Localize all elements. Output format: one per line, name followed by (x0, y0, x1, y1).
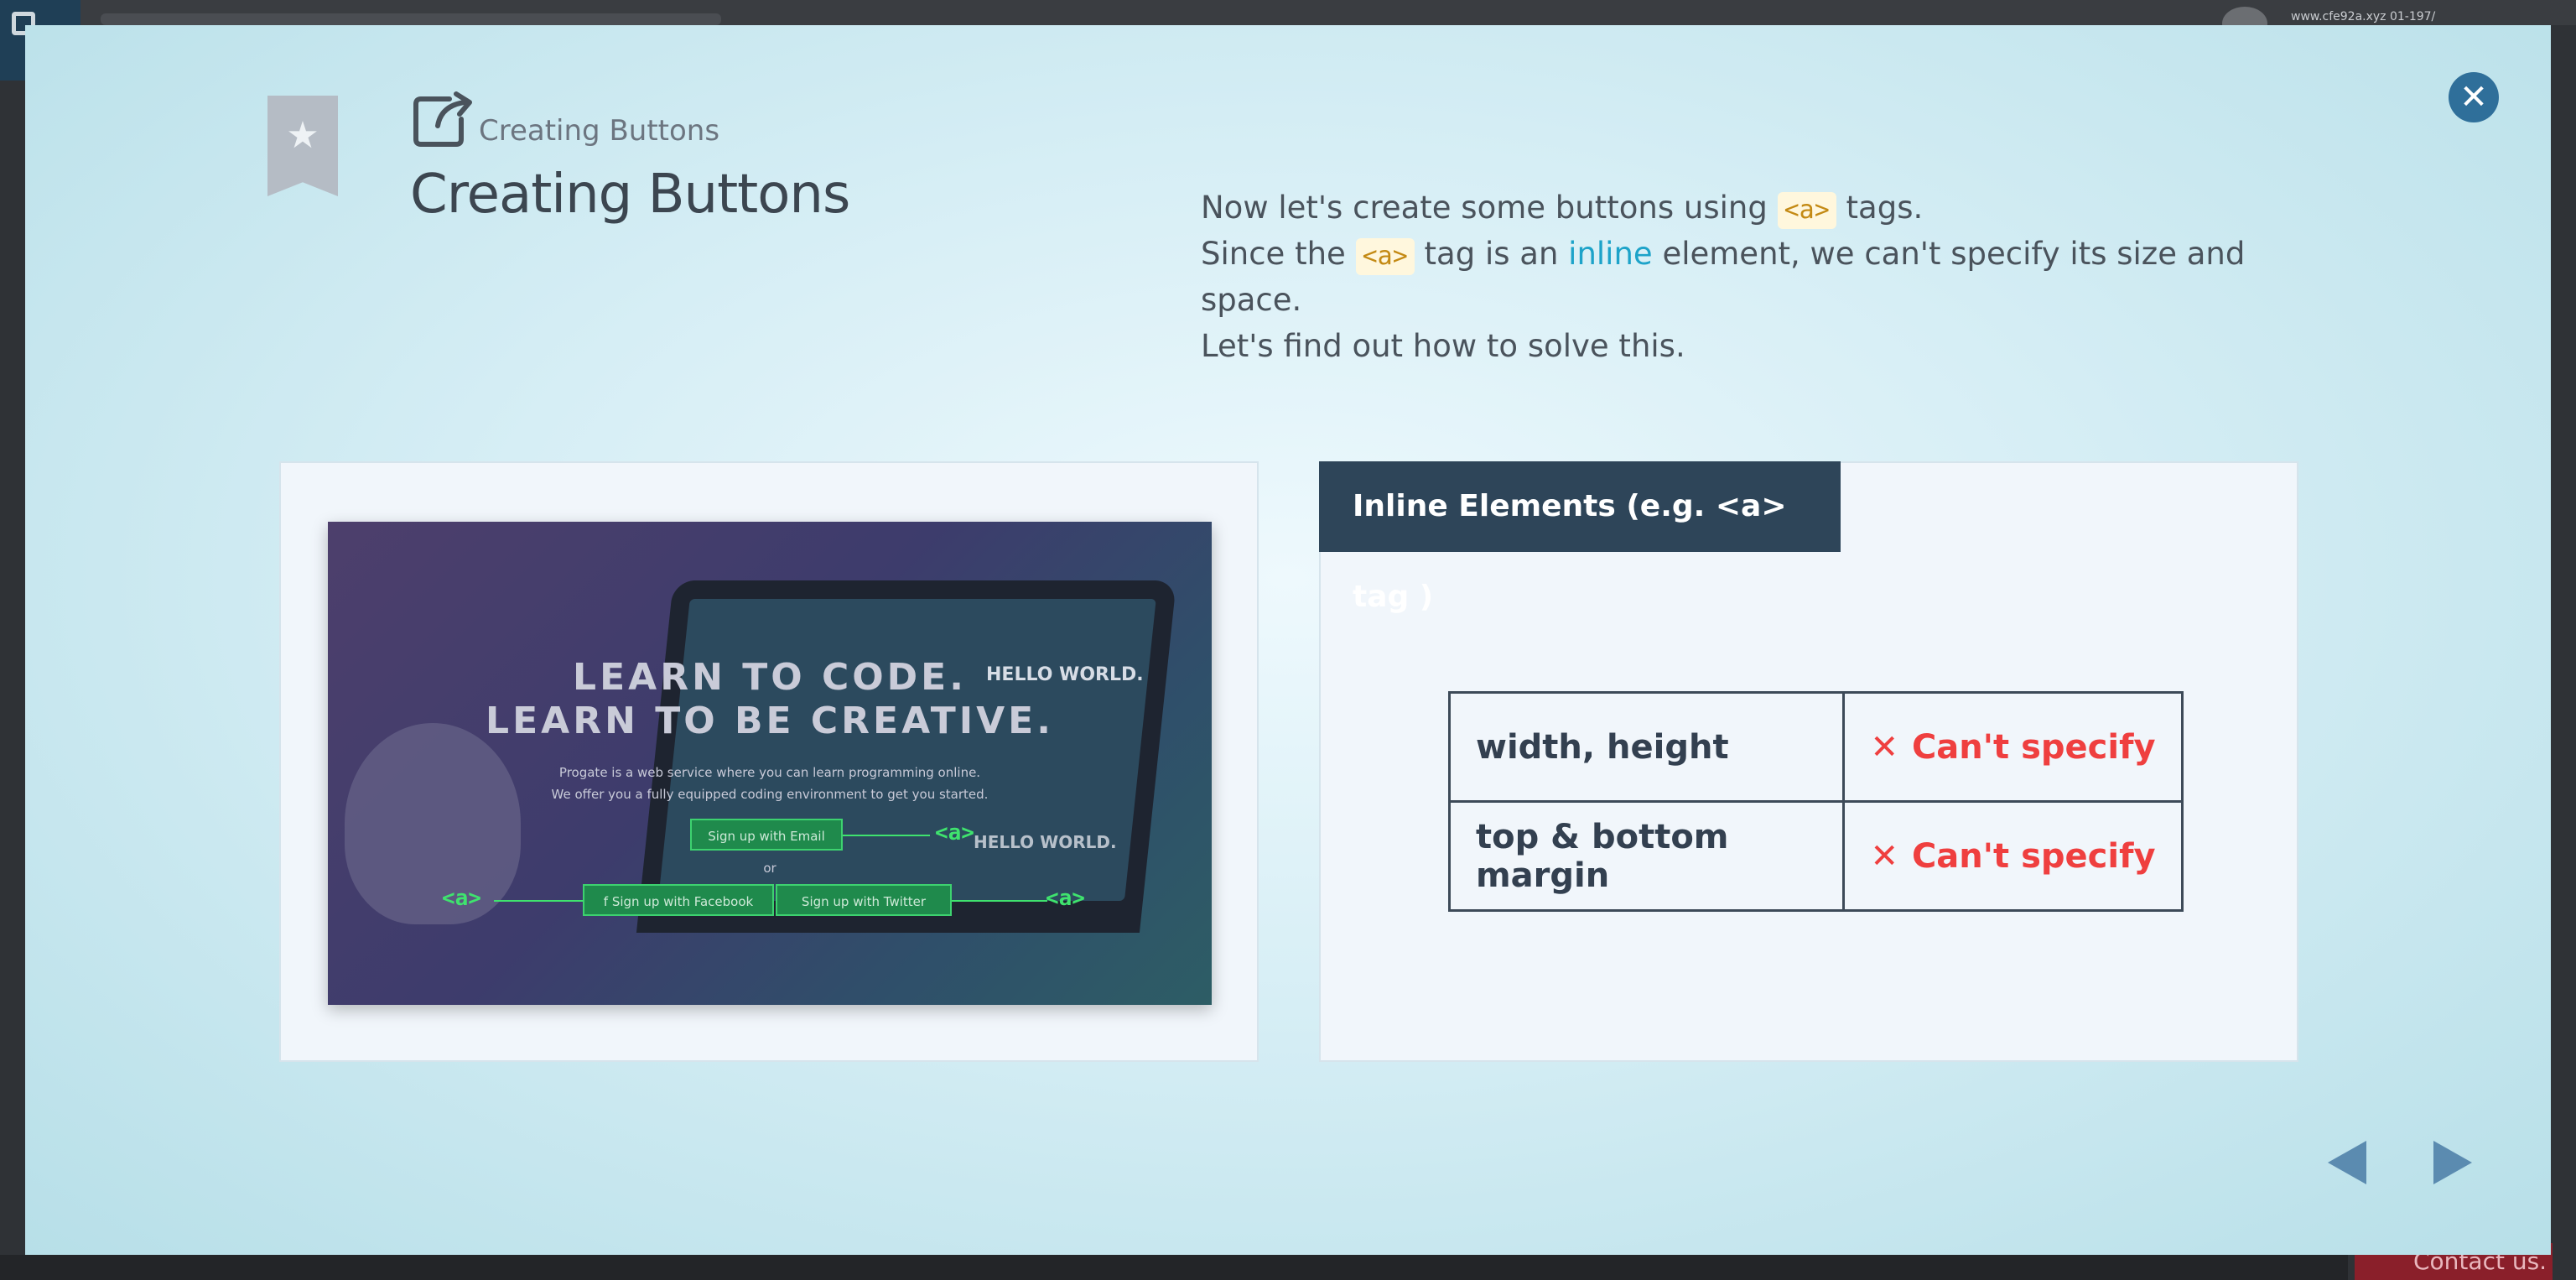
background-bottom-bar (0, 1255, 2348, 1280)
lesson-modal: ✕ ★ Creating Buttons Creating Buttons No… (25, 25, 2551, 1255)
background-url-text: www.cfe92a.xyz 01-197/ (2291, 10, 2436, 23)
triangle-right-icon[interactable] (2433, 1141, 2472, 1184)
description-line-1: Now let's create some buttons using <a> … (1201, 185, 2291, 231)
hero-text: Progate is a web service where you can l… (558, 765, 981, 780)
screen-text: HELLO WORLD. (974, 832, 1117, 852)
description-line-2: Since the <a> tag is an inline element, … (1201, 236, 2246, 318)
breadcrumb: Creating Buttons (479, 114, 720, 148)
value-cell: ✕ Can't specify (1842, 800, 2184, 912)
triangle-left-icon[interactable] (2328, 1141, 2366, 1184)
hero-text: We offer you a fully equipped coding env… (551, 787, 989, 802)
star-icon: ★ (286, 114, 319, 157)
panel-heading: Inline Elements (e.g. <a> tag ) (1319, 461, 1841, 614)
property-cell: width, height (1448, 691, 1845, 803)
table-row: width, height ✕ Can't specify (1448, 691, 2184, 803)
code-snippet: <a> (1355, 238, 1415, 275)
a-tag-label: <a> (442, 886, 481, 911)
table-row: top & bottom margin ✕ Can't specify (1448, 800, 2184, 912)
inline-properties-table: width, height ✕ Can't specify top & botto… (1448, 691, 2184, 912)
hero-headline: LEARN TO BE CREATIVE. (486, 700, 1054, 742)
signup-facebook-button: f Sign up with Facebook (583, 884, 774, 916)
inline-link[interactable]: inline (1568, 236, 1653, 272)
description-line-3: Let's find out how to solve this. (1201, 328, 1685, 364)
teapot-shape (345, 723, 521, 924)
signup-email-button: Sign up with Email (690, 819, 843, 851)
lesson-description: Now let's create some buttons using <a> … (1201, 185, 2291, 369)
a-tag-label: <a> (1046, 886, 1085, 911)
cross-icon: ✕ (1870, 727, 1898, 767)
or-text: or (763, 861, 776, 876)
a-tag-label: <a> (935, 820, 974, 846)
code-snippet: <a> (1777, 192, 1836, 229)
property-cell: top & bottom margin (1448, 800, 1845, 912)
laptop-shape (636, 580, 1177, 933)
hero-headline: LEARN TO CODE. (573, 656, 967, 699)
external-link-icon[interactable] (413, 91, 475, 148)
inline-elements-panel: Inline Elements (e.g. <a> tag ) width, h… (1319, 461, 2298, 1062)
website-screenshot: HELLO WORLD. HELLO WORLD. LEARN TO CODE.… (328, 522, 1212, 1005)
bookmark-star-icon[interactable]: ★ (267, 96, 338, 196)
page-title: Creating Buttons (410, 164, 850, 226)
illustration-panel: HELLO WORLD. HELLO WORLD. LEARN TO CODE.… (279, 461, 1259, 1062)
background-search-bar (101, 13, 721, 25)
close-icon[interactable]: ✕ (2449, 72, 2499, 122)
value-cell: ✕ Can't specify (1842, 691, 2184, 803)
signup-twitter-button: Sign up with Twitter (776, 884, 952, 916)
cross-icon: ✕ (1870, 836, 1898, 876)
